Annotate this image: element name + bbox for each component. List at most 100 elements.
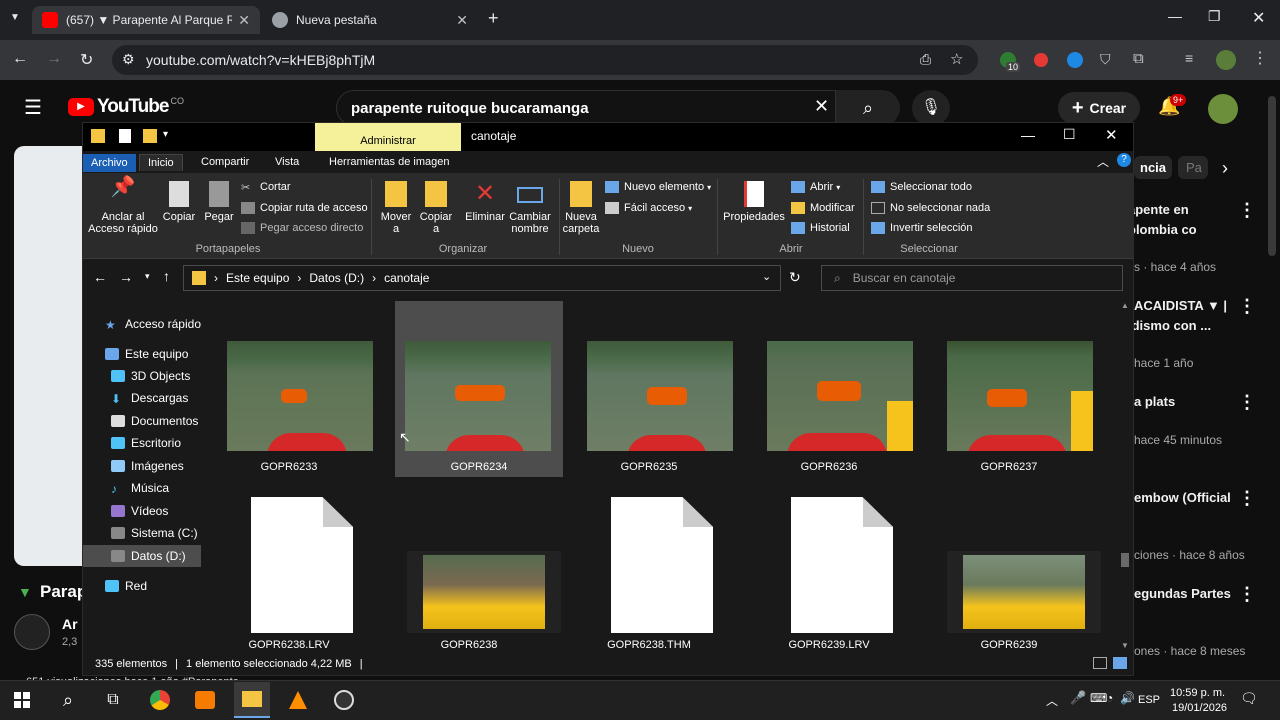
sidebar-video-title[interactable]: apente en: [1128, 202, 1189, 217]
tab-new[interactable]: Nueva pestaña ✕: [262, 6, 478, 34]
media-player-taskbar-icon[interactable]: [187, 682, 223, 718]
vpn-extension-icon[interactable]: [1067, 52, 1083, 68]
search-icon[interactable]: ⌕: [50, 682, 86, 718]
sidebar-video-title[interactable]: ACAIDISTA ▼ |: [1134, 298, 1227, 313]
task-view-icon[interactable]: ⧉: [95, 682, 131, 718]
new-item-button[interactable]: Nuevo elemento ▾: [605, 181, 711, 193]
nav-item-music[interactable]: ♪ Música: [83, 477, 201, 499]
open-button[interactable]: Abrir ▾: [791, 181, 840, 193]
maximize-icon[interactable]: ☐: [1063, 126, 1076, 143]
nav-item-this-pc[interactable]: Este equipo: [83, 343, 201, 365]
scroll-down-icon[interactable]: ▼: [1121, 641, 1129, 650]
new-folder-button[interactable]: Nueva carpeta: [559, 181, 603, 235]
nav-item-3d-objects[interactable]: 3D Objects: [83, 365, 201, 387]
move-to-button[interactable]: Mover a: [377, 181, 415, 235]
tray-expand-icon[interactable]: ︿: [1046, 692, 1058, 709]
create-button[interactable]: + Crear: [1058, 92, 1140, 124]
nav-item-data-d[interactable]: Datos (D:): [83, 545, 201, 567]
file-item[interactable]: GOPR6239: [925, 487, 1101, 653]
sidebar-video-title[interactable]: olombia co: [1128, 222, 1197, 237]
new-tab-button[interactable]: +: [488, 8, 499, 29]
more-options-icon[interactable]: ⋮: [1238, 200, 1256, 221]
sidebar-video-title[interactable]: embow (Official: [1134, 490, 1231, 505]
sidebar-video-title[interactable]: a plats: [1134, 394, 1175, 409]
scroll-up-icon[interactable]: ▲: [1121, 301, 1129, 310]
minimize-window-icon[interactable]: —: [1168, 8, 1182, 24]
invert-selection-button[interactable]: Invertir selección: [871, 222, 973, 234]
properties-quick-icon[interactable]: [119, 129, 131, 143]
history-button[interactable]: Historial: [791, 222, 850, 234]
restore-window-icon[interactable]: ❐: [1208, 8, 1221, 25]
breadcrumb-item[interactable]: canotaje: [384, 271, 429, 285]
video-player[interactable]: [14, 146, 84, 566]
file-item[interactable]: GOPR6239.LRV: [745, 487, 913, 653]
forward-icon[interactable]: →: [46, 50, 62, 68]
tab-archivo[interactable]: Archivo: [83, 154, 136, 172]
details-view-icon[interactable]: [1093, 657, 1107, 669]
tab-inicio[interactable]: Inicio: [139, 154, 183, 171]
refresh-icon[interactable]: ↻: [789, 269, 801, 286]
file-item[interactable]: GOPR6237: [925, 301, 1093, 477]
copy-button[interactable]: Copiar: [161, 181, 197, 223]
more-options-icon[interactable]: ⋮: [1238, 392, 1256, 413]
new-folder-quick-icon[interactable]: [143, 129, 157, 143]
address-bar[interactable]: ⚙ youtube.com/watch?v=kHEBj8phTjM ⎙ ☆: [112, 45, 978, 75]
channel-name[interactable]: Ar: [62, 616, 78, 632]
rename-button[interactable]: Cambiar nombre: [507, 181, 553, 235]
site-info-icon[interactable]: ⚙: [122, 51, 135, 68]
delete-button[interactable]: ✕ Eliminar: [463, 181, 507, 224]
properties-button[interactable]: Propiedades: [723, 181, 785, 223]
up-arrow-icon[interactable]: ↑: [163, 268, 170, 284]
more-options-icon[interactable]: ⋮: [1238, 488, 1256, 509]
chips-next-icon[interactable]: ›: [1222, 158, 1228, 179]
file-item[interactable]: GOPR6236: [745, 301, 913, 477]
help-icon[interactable]: ?: [1117, 153, 1131, 167]
close-window-icon[interactable]: ✕: [1252, 8, 1265, 28]
nav-item-quick-access[interactable]: ★ Acceso rápido: [83, 313, 201, 335]
pin-quick-access-button[interactable]: 📌 Anclar al Acceso rápido: [87, 177, 159, 235]
file-item-selected[interactable]: GOPR6234: [395, 301, 563, 477]
tab-active[interactable]: (657) ▼ Parapente Al Parque R ✕: [32, 6, 260, 34]
chip[interactable]: ncia: [1134, 156, 1173, 179]
file-item[interactable]: GOPR6238.LRV: [205, 487, 373, 653]
record-extension-icon[interactable]: [1034, 53, 1048, 67]
manage-context-tab[interactable]: Administrar: [315, 123, 461, 151]
quick-access-dropdown-icon[interactable]: ▾: [163, 129, 168, 140]
voice-search-button[interactable]: 🎙: [912, 90, 950, 126]
file-item[interactable]: GOPR6233: [205, 301, 373, 477]
edit-button[interactable]: Modificar: [791, 202, 855, 214]
forward-arrow-icon[interactable]: →: [119, 269, 133, 285]
bookmark-star-icon[interactable]: ☆: [950, 50, 963, 68]
sidebar-video-title[interactable]: idismo con ...: [1128, 318, 1211, 333]
address-breadcrumb[interactable]: › Este equipo › Datos (D:) › canotaje ⌄: [183, 265, 781, 291]
breadcrumb-item[interactable]: Datos (D:): [309, 271, 364, 285]
chrome-menu-icon[interactable]: ⋮: [1252, 48, 1268, 68]
video-editor-taskbar-icon[interactable]: [280, 682, 316, 718]
clock-date[interactable]: 19/01/2026: [1172, 702, 1227, 714]
select-none-button[interactable]: No seleccionar nada: [871, 202, 990, 214]
tab-herramientas-imagen[interactable]: Herramientas de imagen: [321, 154, 457, 170]
tab-search-button[interactable]: ▼: [10, 12, 20, 23]
minimize-icon[interactable]: —: [1021, 127, 1035, 143]
hamburger-menu-icon[interactable]: ☰: [24, 95, 42, 120]
paste-button[interactable]: Pegar: [201, 181, 237, 223]
file-explorer-taskbar-icon[interactable]: [234, 682, 270, 718]
channel-avatar[interactable]: [14, 614, 50, 650]
clear-search-icon[interactable]: ✕: [814, 96, 829, 117]
nav-item-downloads[interactable]: ⬇ Descargas: [83, 387, 201, 409]
notifications-icon[interactable]: 🗨: [1240, 690, 1258, 707]
back-arrow-icon[interactable]: ←: [93, 269, 107, 285]
select-all-button[interactable]: Seleccionar todo: [871, 181, 972, 193]
search-input[interactable]: ⌕ Buscar en canotaje: [821, 265, 1123, 291]
content-scrollbar[interactable]: ▲ ▼: [1119, 301, 1131, 653]
nav-item-system-c[interactable]: Sistema (C:): [83, 522, 201, 544]
address-dropdown-icon[interactable]: ⌄: [762, 270, 771, 283]
nav-item-desktop[interactable]: Escritorio: [83, 432, 201, 454]
clock-time[interactable]: 10:59 p. m.: [1170, 687, 1225, 699]
file-item[interactable]: GOPR6238.THM: [565, 487, 733, 653]
nav-item-network[interactable]: Red: [83, 575, 201, 597]
network-tray-icon[interactable]: ⌨: [1090, 691, 1107, 705]
profile-avatar[interactable]: [1216, 50, 1236, 70]
shield-extension-icon[interactable]: ⛉: [1100, 51, 1111, 68]
close-icon[interactable]: ✕: [1105, 126, 1118, 144]
